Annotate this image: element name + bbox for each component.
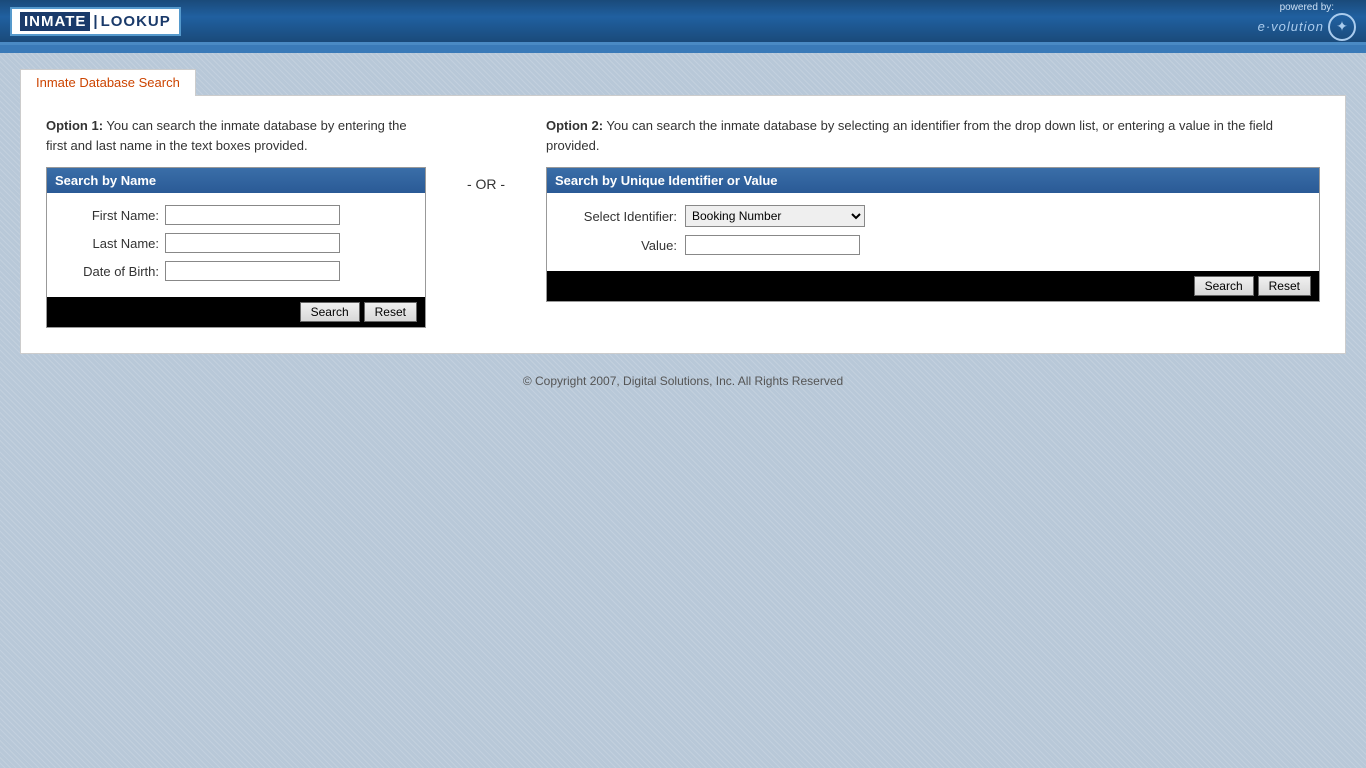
id-search-button[interactable]: Search bbox=[1194, 276, 1254, 296]
first-name-input[interactable] bbox=[165, 205, 340, 225]
option1-area: Option 1: You can search the inmate data… bbox=[46, 116, 426, 328]
logo-box: INMATE | LOOKUP bbox=[10, 7, 181, 36]
first-name-row: First Name: bbox=[55, 205, 417, 225]
main-wrapper: Inmate Database Search Option 1: You can… bbox=[0, 53, 1366, 403]
tab-label[interactable]: Inmate Database Search bbox=[20, 69, 196, 96]
search-by-name-footer: Search Reset bbox=[47, 297, 425, 327]
value-label: Value: bbox=[555, 238, 685, 253]
option1-bold: Option 1: bbox=[46, 118, 103, 133]
search-by-name-body: First Name: Last Name: Date of Birth: bbox=[47, 193, 425, 297]
powered-by-area: powered by: e·volution ✦ bbox=[1258, 2, 1356, 41]
powered-by-label: powered by: bbox=[1280, 2, 1334, 13]
id-reset-button[interactable]: Reset bbox=[1258, 276, 1311, 296]
last-name-input[interactable] bbox=[165, 233, 340, 253]
content-panel: Option 1: You can search the inmate data… bbox=[20, 95, 1346, 354]
option2-area: Option 2: You can search the inmate data… bbox=[546, 116, 1320, 302]
last-name-label: Last Name: bbox=[55, 236, 165, 251]
name-reset-button[interactable]: Reset bbox=[364, 302, 417, 322]
options-row: Option 1: You can search the inmate data… bbox=[46, 116, 1320, 328]
header: INMATE | LOOKUP powered by: e·volution ✦ bbox=[0, 0, 1366, 45]
logo-lookup: LOOKUP bbox=[101, 13, 171, 30]
select-identifier-label: Select Identifier: bbox=[555, 209, 685, 224]
option2-text: You can search the inmate database by se… bbox=[546, 118, 1273, 153]
search-by-id-box: Search by Unique Identifier or Value Sel… bbox=[546, 167, 1320, 302]
copyright-text: © Copyright 2007, Digital Solutions, Inc… bbox=[523, 374, 843, 388]
value-input[interactable] bbox=[685, 235, 860, 255]
dob-label: Date of Birth: bbox=[55, 264, 165, 279]
logo-inmate: INMATE bbox=[20, 12, 90, 31]
blue-bar bbox=[0, 45, 1366, 53]
option1-intro: Option 1: You can search the inmate data… bbox=[46, 116, 426, 155]
logo-area: INMATE | LOOKUP bbox=[10, 7, 181, 36]
first-name-label: First Name: bbox=[55, 208, 165, 223]
select-identifier-row: Select Identifier: Booking NumberState I… bbox=[555, 205, 1311, 227]
or-divider: - OR - bbox=[426, 116, 546, 192]
search-by-id-body: Select Identifier: Booking NumberState I… bbox=[547, 193, 1319, 271]
search-by-id-header: Search by Unique Identifier or Value bbox=[547, 168, 1319, 193]
evolution-text: e·volution bbox=[1258, 19, 1324, 34]
search-by-id-footer: Search Reset bbox=[547, 271, 1319, 301]
dob-row: Date of Birth: bbox=[55, 261, 417, 281]
evolution-logo: e·volution ✦ bbox=[1258, 13, 1356, 41]
search-by-name-box: Search by Name First Name: Last Name: bbox=[46, 167, 426, 328]
identifier-select[interactable]: Booking NumberState IDSSNCase Number bbox=[685, 205, 865, 227]
value-row: Value: bbox=[555, 235, 1311, 255]
tab-container: Inmate Database Search Option 1: You can… bbox=[20, 68, 1346, 354]
option2-intro: Option 2: You can search the inmate data… bbox=[546, 116, 1320, 155]
logo-separator: | bbox=[93, 12, 97, 31]
footer: © Copyright 2007, Digital Solutions, Inc… bbox=[20, 374, 1346, 388]
last-name-row: Last Name: bbox=[55, 233, 417, 253]
search-by-name-header: Search by Name bbox=[47, 168, 425, 193]
option2-bold: Option 2: bbox=[546, 118, 603, 133]
name-search-button[interactable]: Search bbox=[300, 302, 360, 322]
dob-input[interactable] bbox=[165, 261, 340, 281]
evolution-icon: ✦ bbox=[1328, 13, 1356, 41]
